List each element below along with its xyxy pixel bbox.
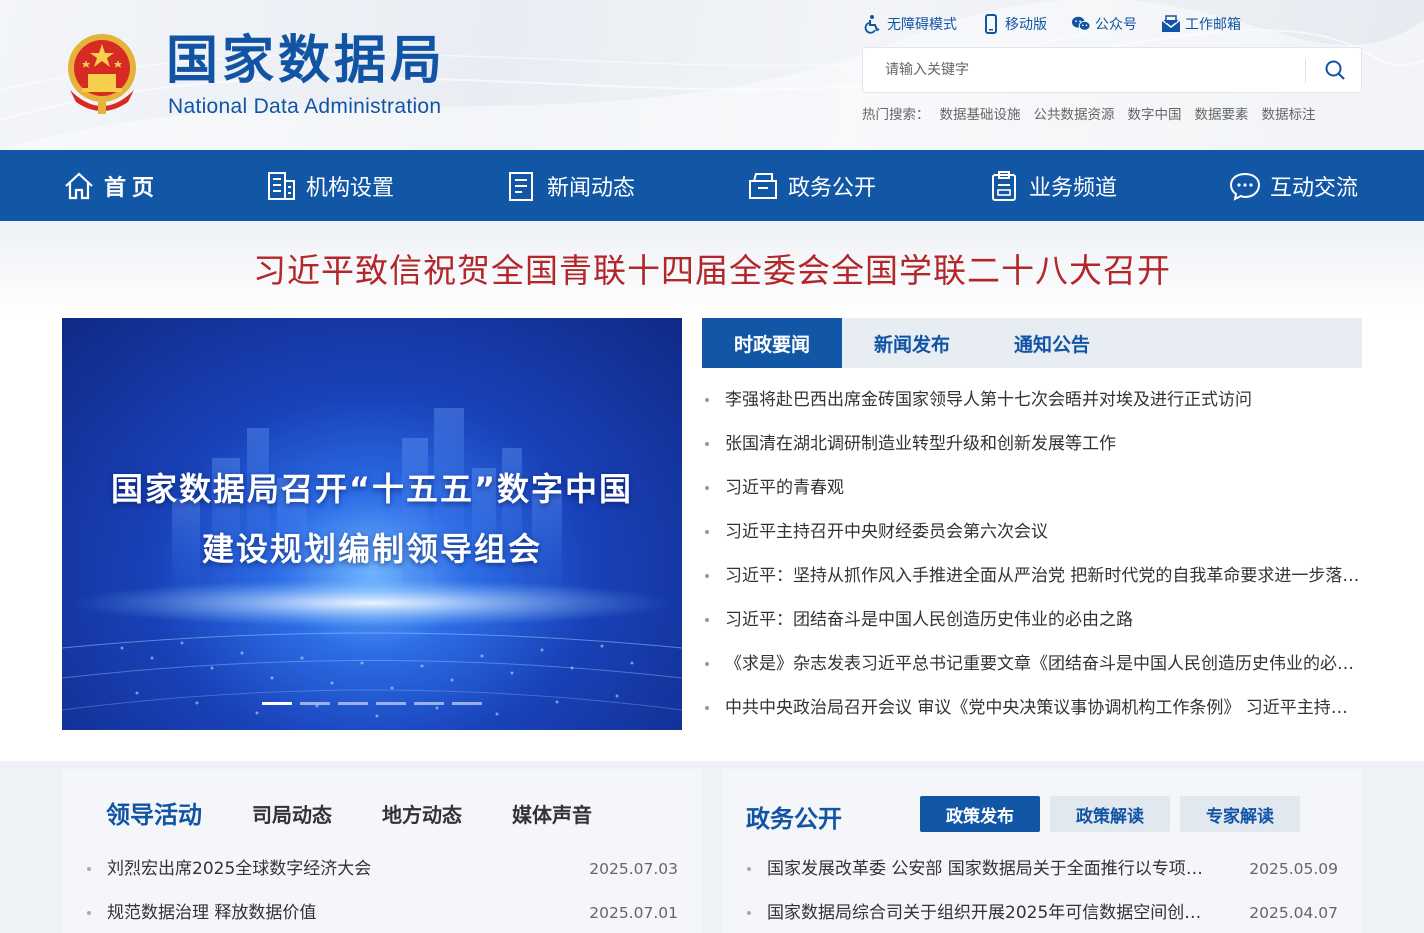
news-list: 李强将赴巴西出席金砖国家领导人第十七次会晤并对埃及进行正式访问 张国清在湖北调研…	[702, 378, 1362, 730]
wechat-icon	[1071, 16, 1091, 31]
folder-icon	[749, 172, 777, 199]
nav-item-home[interactable]: 首页	[62, 150, 160, 221]
slider-dot[interactable]	[338, 702, 368, 705]
accessibility-mode-label: 无障碍模式	[887, 17, 957, 33]
work-mail-link[interactable]: 工作邮箱	[1161, 12, 1241, 36]
news-item[interactable]: 习近平的青春观	[702, 466, 1362, 510]
search-button[interactable]	[1315, 54, 1355, 86]
news-item[interactable]: 中共中央政治局召开会议 审议《党中央决策议事协调机构工作条例》 习近平主持会议	[702, 686, 1362, 730]
hot-search-item[interactable]: 数据要素	[1195, 103, 1249, 123]
slider-dot[interactable]	[376, 702, 406, 705]
nav-item-label: 互动交流	[1270, 175, 1359, 201]
slider-dot[interactable]	[300, 702, 330, 705]
headline-news[interactable]: 习近平致信祝贺全国青联十四届全委会全国学联二十八大召开	[0, 246, 1424, 296]
hot-search-item[interactable]: 数据基础设施	[940, 103, 1021, 123]
policy-item-title: 国家发展改革委 公安部 国家数据局关于全面推行以专项信用报告替代有无违法违规记录…	[767, 859, 1209, 879]
tab-media-voice[interactable]: 媒体声音	[512, 799, 592, 828]
nav-item-label: 业务频道	[1029, 175, 1118, 201]
tab-notices[interactable]: 通知公告	[982, 318, 1122, 368]
tab-press-release[interactable]: 新闻发布	[842, 318, 982, 368]
accessibility-icon	[864, 15, 880, 34]
nav-item-business[interactable]: 业务频道	[987, 150, 1117, 221]
leader-list-item[interactable]: 刘烈宏出席2025全球数字经济大会 2025.07.03	[84, 847, 678, 891]
tab-leader-activities[interactable]: 领导活动	[106, 795, 202, 830]
hot-search-item[interactable]: 公共数据资源	[1034, 103, 1115, 123]
slider-dot[interactable]	[414, 702, 444, 705]
hot-search-label: 热门搜索：	[862, 107, 930, 123]
policy-item-title: 国家数据局综合司关于组织开展2025年可信数据空间创新发展试点工作的通知	[767, 903, 1209, 923]
news-item[interactable]: 习近平：坚持从抓作风入手推进全面从严治党 把新时代党的自我革命要求进一步落到实处	[702, 554, 1362, 598]
document-icon	[509, 171, 533, 201]
tab-local-news[interactable]: 地方动态	[382, 799, 462, 828]
mobile-version-link[interactable]: 移动版	[981, 12, 1047, 36]
national-emblem-icon	[68, 34, 136, 114]
site-subtitle: National Data Administration	[168, 95, 442, 118]
work-mail-label: 工作邮箱	[1185, 17, 1241, 33]
search-divider	[1305, 59, 1306, 83]
search-input[interactable]	[863, 48, 1303, 92]
tab-policy-interpretation[interactable]: 政策解读	[1050, 796, 1170, 832]
nav-item-label: 首页	[104, 175, 161, 201]
tab-current-affairs[interactable]: 时政要闻	[702, 318, 842, 368]
news-tabbar: 时政要闻 新闻发布 通知公告	[702, 318, 1362, 368]
nav-item-label: 机构设置	[306, 175, 395, 201]
slider-dot[interactable]	[452, 702, 482, 705]
mobile-version-label: 移动版	[1005, 17, 1047, 33]
accessibility-mode-link[interactable]: 无障碍模式	[863, 12, 957, 36]
nav-item-label: 政务公开	[788, 175, 877, 201]
clipboard-icon	[992, 170, 1016, 201]
news-item[interactable]: 习近平：团结奋斗是中国人民创造历史伟业的必由之路	[702, 598, 1362, 642]
tab-department-news[interactable]: 司局动态	[252, 799, 332, 828]
top-links: 无障碍模式 移动版 公众号 工作邮箱	[863, 12, 1265, 36]
nav-item-label: 新闻动态	[547, 175, 636, 201]
nav-item-organization[interactable]: 机构设置	[264, 150, 394, 221]
policy-item-date: 2025.05.09	[1249, 860, 1338, 878]
leader-list-item[interactable]: 规范数据治理 释放数据价值 2025.07.01	[84, 891, 678, 933]
home-icon	[65, 172, 93, 199]
search-box	[862, 47, 1362, 93]
leader-item-date: 2025.07.01	[589, 904, 678, 922]
hot-search: 热门搜索： 数据基础设施 公共数据资源 数字中国 数据要素 数据标注	[862, 103, 1329, 123]
chat-icon	[1229, 172, 1261, 201]
slider-dot[interactable]	[262, 702, 292, 705]
slide-caption-line2: 建设规划编制领导组会	[201, 530, 542, 568]
tab-expert-interpretation[interactable]: 专家解读	[1180, 796, 1300, 832]
nav-item-government-affairs[interactable]: 政务公开	[746, 150, 876, 221]
site-title: 国家数据局	[166, 31, 447, 91]
wechat-account-link[interactable]: 公众号	[1071, 12, 1137, 36]
site-header: 国家数据局 National Data Administration 无障碍模式…	[0, 0, 1424, 150]
nav-item-news[interactable]: 新闻动态	[505, 150, 635, 221]
government-affairs-title: 政务公开	[746, 805, 842, 833]
leader-item-date: 2025.07.03	[589, 860, 678, 878]
slider-dots	[262, 702, 490, 705]
leader-item-title: 规范数据治理 释放数据价值	[107, 903, 317, 923]
mobile-icon	[985, 14, 997, 34]
slide-caption-line1: 国家数据局召开“十五五”数字中国	[110, 470, 634, 508]
hot-search-item[interactable]: 数字中国	[1128, 103, 1182, 123]
search-icon	[1325, 60, 1345, 80]
mail-icon	[1161, 15, 1181, 32]
news-item[interactable]: 习近平主持召开中央财经委员会第六次会议	[702, 510, 1362, 554]
nav-item-interaction[interactable]: 互动交流	[1228, 150, 1358, 221]
main-nav: 首页 机构设置 新闻动态 政务公开 业务频道 互动交流	[0, 150, 1424, 221]
wechat-account-label: 公众号	[1095, 17, 1137, 33]
building-icon	[268, 171, 295, 200]
tab-policy-release[interactable]: 政策发布	[920, 796, 1040, 832]
news-item[interactable]: 张国清在湖北调研制造业转型升级和创新发展等工作	[702, 422, 1362, 466]
news-item[interactable]: 《求是》杂志发表习近平总书记重要文章《团结奋斗是中国人民创造历史伟业的必由之路》	[702, 642, 1362, 686]
news-item[interactable]: 李强将赴巴西出席金砖国家领导人第十七次会晤并对埃及进行正式访问	[702, 378, 1362, 422]
policy-item-date: 2025.04.07	[1249, 904, 1338, 922]
leader-item-title: 刘烈宏出席2025全球数字经济大会	[107, 859, 372, 879]
hot-search-item[interactable]: 数据标注	[1262, 103, 1316, 123]
policy-list-item[interactable]: 国家发展改革委 公安部 国家数据局关于全面推行以专项信用报告替代有无违法违规记录…	[744, 847, 1338, 891]
policy-list-item[interactable]: 国家数据局综合司关于组织开展2025年可信数据空间创新发展试点工作的通知 202…	[744, 891, 1338, 933]
